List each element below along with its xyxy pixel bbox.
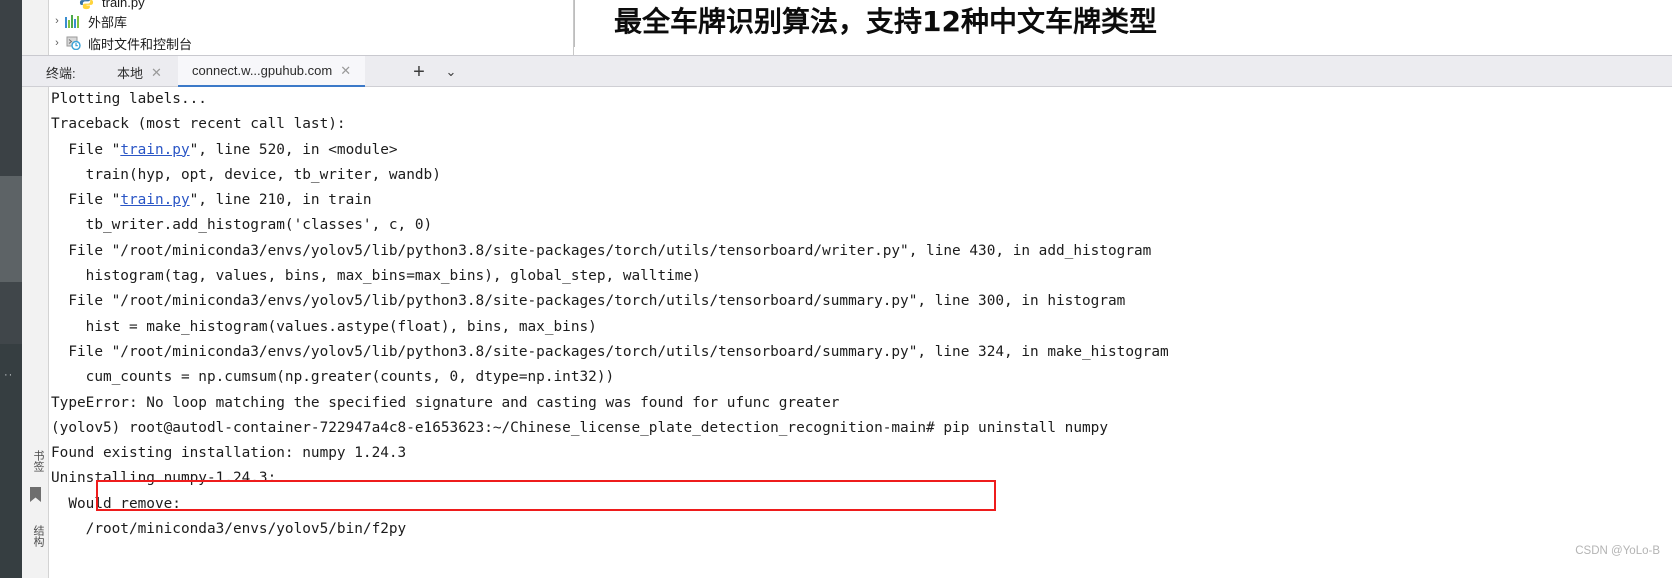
terminal-line: tb_writer.add_histogram('classes', c, 0) (51, 217, 433, 234)
terminal-line: Found existing installation: numpy 1.24.… (51, 445, 407, 462)
terminal-tab-label: 本地 (117, 65, 144, 81)
close-icon[interactable]: ✕ (340, 64, 351, 77)
terminal-line: File "/root/miniconda3/envs/yolov5/lib/p… (51, 242, 1152, 259)
gutter-band-highlight (0, 176, 22, 282)
terminal-line: histogram(tag, values, bins, max_bins=ma… (51, 268, 701, 285)
watermark: CSDN @YoLo-B (1575, 545, 1660, 557)
new-terminal-tab-button[interactable]: + (405, 56, 433, 88)
file-link[interactable]: train.py (120, 142, 189, 158)
terminal-line: Traceback (most recent call last): (51, 116, 346, 133)
terminal-line: (yolov5) root@autodl-container-722947a4c… (51, 419, 1108, 436)
ide-window: ·· 书签 结构 train.py › 外部库 › 临时文件和控制台 最全车牌识… (0, 0, 1672, 578)
terminal-line: Would remove: (51, 495, 181, 512)
tool-window-structure[interactable]: 结构 (25, 525, 46, 547)
terminal-line: File "train.py", line 520, in <module> (51, 141, 398, 158)
panel-divider (574, 0, 575, 47)
terminal-tab-local[interactable]: 本地 ✕ (108, 56, 171, 88)
chevron-right-icon[interactable]: › (49, 32, 65, 54)
terminal-line-list: Plotting labels... Traceback (most recent… (49, 87, 1672, 542)
file-link[interactable]: train.py (120, 192, 189, 208)
terminal-line: TypeError: No loop matching the specifie… (51, 394, 840, 411)
tree-item-label: 临时文件和控制台 (88, 36, 193, 52)
python-file-icon (79, 0, 99, 10)
tree-item-label: train.py (102, 0, 145, 10)
terminal-line: Plotting labels... (51, 91, 207, 107)
gutter-band-top (0, 0, 22, 176)
banner-area: 最全车牌识别算法，支持12种中文车牌类型 (574, 0, 1672, 55)
terminal-line: File "/root/miniconda3/envs/yolov5/lib/p… (51, 293, 1126, 310)
terminal-line: train(hyp, opt, device, tb_writer, wandb… (51, 166, 441, 183)
terminal-line: File "train.py", line 210, in train (51, 192, 372, 209)
banner-title: 最全车牌识别算法，支持12种中文车牌类型 (614, 5, 1157, 38)
project-tree-panel: train.py › 外部库 › 临时文件和控制台 (49, 0, 574, 55)
terminal-tab-label: connect.w...gpuhub.com (192, 63, 333, 78)
terminal-tabbar-title: 终端: (46, 66, 76, 81)
chevron-down-icon[interactable]: ⌄ (437, 56, 465, 88)
gutter-ellipsis-icon: ·· (4, 369, 14, 381)
tool-window-bookmarks[interactable]: 书签 (25, 450, 46, 472)
terminal-output[interactable]: Plotting labels... Traceback (most recent… (49, 87, 1672, 578)
tree-item-scratches-consoles[interactable]: › 临时文件和控制台 (49, 32, 192, 54)
gutter-band-mid (0, 282, 22, 344)
bookmark-icon[interactable] (30, 487, 41, 502)
terminal-line: File "/root/miniconda3/envs/yolov5/lib/p… (51, 343, 1169, 360)
chevron-right-icon[interactable]: › (49, 10, 65, 32)
tree-item-external-libraries[interactable]: › 外部库 (49, 10, 127, 32)
terminal-tabbar: 终端: 本地 ✕ connect.w...gpuhub.com ✕ + ⌄ (22, 55, 1672, 88)
tree-item-label: 外部库 (88, 14, 128, 30)
terminal-line: Uninstalling numpy-1.24.3: (51, 470, 277, 487)
external-libraries-icon (65, 13, 85, 29)
terminal-tab-remote[interactable]: connect.w...gpuhub.com ✕ (178, 56, 366, 88)
close-icon[interactable]: ✕ (151, 66, 162, 79)
terminal-line: cum_counts = np.cumsum(np.greater(counts… (51, 369, 615, 386)
terminal-line: hist = make_histogram(values.astype(floa… (51, 318, 597, 335)
terminal-line: /root/miniconda3/envs/yolov5/bin/f2py (51, 521, 407, 538)
scratches-consoles-icon (65, 35, 85, 51)
editor-gutter-strip: ·· (0, 0, 22, 578)
